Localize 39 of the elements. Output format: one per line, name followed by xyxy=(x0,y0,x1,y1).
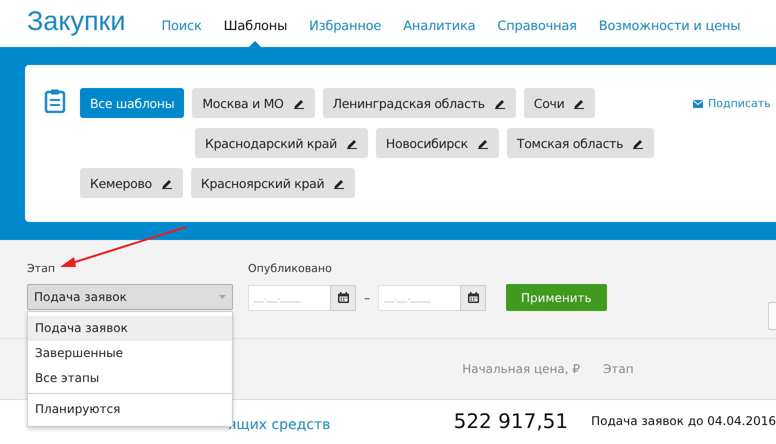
date-range-dash: – xyxy=(364,290,370,304)
template-chip[interactable]: Новосибирск xyxy=(376,128,499,158)
calendar-button[interactable] xyxy=(460,284,486,310)
template-chip[interactable]: Все шаблоны xyxy=(80,88,184,118)
dropdown-option[interactable]: Планируются xyxy=(28,397,232,422)
nav-tab[interactable]: Шаблоны xyxy=(212,19,298,47)
column-header: Этап xyxy=(603,362,634,376)
template-chip[interactable]: Красноярский край xyxy=(190,168,356,198)
filter-label: Этап xyxy=(27,262,56,277)
column-header: Начальная цена, ₽ xyxy=(461,362,580,376)
template-chip[interactable]: Краснодарский край xyxy=(195,128,368,158)
template-chip[interactable]: Москва и МО xyxy=(192,88,315,118)
price-text: 522 917,51 xyxy=(452,408,568,433)
nav-tab[interactable]: Справочная xyxy=(486,19,588,47)
template-chip[interactable]: Томская область xyxy=(506,128,654,158)
stage-text: Подача заявок до 04.04.2016 xyxy=(591,413,776,428)
subscribe-link[interactable]: Подписать xyxy=(693,97,771,110)
dropdown-option[interactable]: Завершенные xyxy=(28,341,232,366)
caret-icon xyxy=(219,295,226,299)
template-chip[interactable]: Сочи xyxy=(524,88,596,118)
calendar-icon xyxy=(468,292,478,303)
clipboard-icon xyxy=(44,89,66,113)
nav-tab[interactable]: Возможности и цены xyxy=(588,19,752,47)
calendar-button[interactable] xyxy=(330,284,356,310)
nav-tab[interactable]: Аналитика xyxy=(392,19,486,47)
template-chip[interactable]: Кемерово xyxy=(80,168,183,198)
envelope-icon xyxy=(693,100,703,108)
calendar-icon xyxy=(338,292,348,303)
date-field[interactable]: __.__.____ xyxy=(248,284,330,310)
dropdown-option[interactable]: Подача заявок xyxy=(28,316,232,341)
nav-tab[interactable]: Поиск xyxy=(150,19,213,47)
filter-label: Опубликовано xyxy=(248,262,333,277)
date-field[interactable]: __.__.____ xyxy=(378,284,460,310)
apply-button[interactable]: Применить xyxy=(506,284,607,311)
nav-tab[interactable]: Избранное xyxy=(298,19,392,47)
template-chip[interactable]: Ленинградская область xyxy=(322,88,516,118)
site-logo[interactable]: Закупки xyxy=(27,6,126,47)
dropdown-option[interactable]: Все этапы xyxy=(28,366,232,391)
stage-select[interactable]: Подача заявок xyxy=(27,284,233,310)
